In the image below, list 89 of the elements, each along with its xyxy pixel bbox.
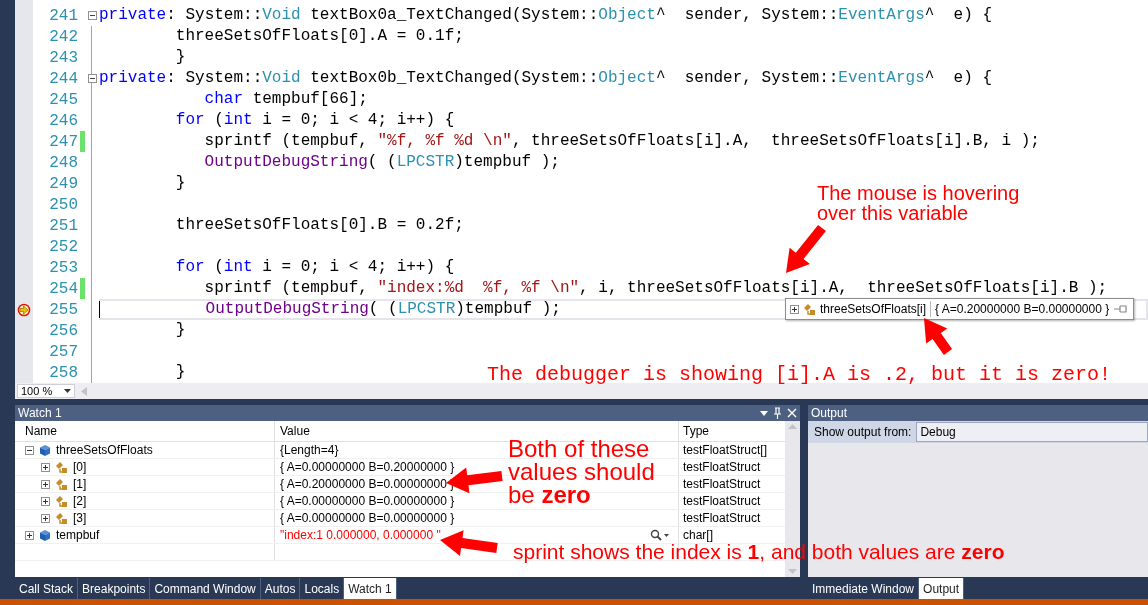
code-line: } <box>174 173 186 194</box>
code-line: private: System::Void textBox0a_TextChanged(System::Object^ sender, System::EventArgs^ e) { <box>99 5 992 26</box>
code-line: OutputDebugString( (LPCSTR)tempbuf ); <box>203 152 560 173</box>
expand-toggle[interactable] <box>25 530 34 540</box>
variable-name: [0] <box>73 460 87 474</box>
column-header[interactable]: Value <box>280 424 310 438</box>
expand-toggle[interactable] <box>41 479 50 489</box>
expand-toggle[interactable] <box>41 496 50 506</box>
variable-name: threeSetsOfFloats[i] <box>820 302 927 316</box>
code-line: for (int i = 0; i < 4; i++) { <box>174 257 455 278</box>
line-number: 257 <box>48 342 78 361</box>
code-line: } <box>174 320 186 341</box>
variable-value: { A=0.00000000 B=0.00000000 } <box>280 494 455 508</box>
cube-icon <box>39 443 51 457</box>
panel-tab[interactable]: Watch 1 <box>344 578 397 599</box>
caret-icon <box>64 389 71 393</box>
pin-icon[interactable] <box>1113 305 1128 313</box>
arrow <box>786 224 826 273</box>
variable-value: { A=0.20000000 B=0.00000000 } <box>935 302 1110 316</box>
line-number: 241 <box>48 6 78 25</box>
variable-type: testFloatStruct <box>683 477 761 491</box>
arrow <box>924 318 953 355</box>
line-number: 256 <box>48 321 78 340</box>
code-line: sprintf (tempbuf, "index:%d %f, %f \n", i, threeSetsOfFloats[i].A, threeSetsOfFloats[i].B ); <box>203 278 1108 299</box>
panel-title: Watch 1 <box>18 406 62 420</box>
struct-icon <box>55 477 68 491</box>
line-number: 242 <box>48 27 78 46</box>
variable-value: { A=0.00000000 B=0.20000000 } <box>280 460 455 474</box>
line-number: 252 <box>48 237 78 256</box>
line-number: 258 <box>48 363 78 382</box>
variable-type: testFloatStruct <box>683 460 761 474</box>
variable-type: testFloatStruct <box>683 511 761 525</box>
column-header[interactable]: Name <box>25 424 57 438</box>
collapse-toggle[interactable] <box>87 11 97 20</box>
variable-type: char[] <box>683 528 713 542</box>
code-line: } <box>174 362 186 383</box>
variable-name: tempbuf <box>56 528 100 542</box>
magnifier-icon[interactable] <box>650 529 670 541</box>
variable-name: threeSetsOfFloats <box>56 443 153 457</box>
annotation-text: The debugger is showing [i].A is .2, but it is zero! <box>487 363 1112 387</box>
code-line: private: System::Void textBox0b_TextChanged(System::Object^ sender, System::EventArgs^ e) { <box>99 68 992 89</box>
line-number: 253 <box>48 258 78 277</box>
line-number: 255 <box>48 300 78 319</box>
close-icon[interactable] <box>787 408 797 418</box>
code-line: } <box>174 47 186 68</box>
struct-icon <box>55 494 68 508</box>
variable-value: "index:1 0.000000, 0.000000 " <box>280 528 441 542</box>
line-number: 248 <box>48 153 78 172</box>
line-number: 244 <box>48 69 78 88</box>
arrow <box>440 530 498 556</box>
expand-toggle[interactable] <box>41 462 50 472</box>
panel-title: Output <box>811 406 848 420</box>
cube-icon <box>39 528 51 542</box>
line-number: 249 <box>48 174 78 193</box>
expand-toggle[interactable] <box>790 304 799 314</box>
annotation-text: The mouse is hovering over this variable <box>817 183 1020 223</box>
variable-value: { A=0.00000000 B=0.00000000 } <box>280 511 455 525</box>
panel-tab[interactable]: Output <box>919 578 965 599</box>
code-line: sprintf (tempbuf, "%f, %f %d \n", threeSetsOfFloats[i].A, threeSetsOfFloats[i].B, i ); <box>203 131 1040 152</box>
collapse-toggle[interactable] <box>87 74 97 83</box>
zoom-dropdown[interactable]: 100 % <box>17 384 75 398</box>
expand-toggle[interactable] <box>41 513 50 523</box>
expand-toggle[interactable] <box>25 445 34 455</box>
column-header[interactable]: Type <box>683 424 709 438</box>
variable-name: [1] <box>73 477 87 491</box>
code-line: char tempbuf[66]; <box>203 89 368 110</box>
line-number: 246 <box>48 111 78 130</box>
struct-icon <box>55 460 68 474</box>
line-number: 247 <box>48 132 78 151</box>
code-line: threeSetsOfFloats[0].A = 0.1f; <box>174 26 464 47</box>
line-number: 243 <box>48 48 78 67</box>
code-line: OutputDebugString( (LPCSTR)tempbuf ); <box>204 299 561 320</box>
line-number: 251 <box>48 216 78 235</box>
struct-icon <box>55 511 68 525</box>
variable-name: [2] <box>73 494 87 508</box>
field-label: Show output from: <box>814 425 912 439</box>
variable-type: testFloatStruct[] <box>683 443 768 457</box>
line-number: 245 <box>48 90 78 109</box>
annotation-text: Both of these values should be zero <box>508 437 655 506</box>
code-line: for (int i = 0; i < 4; i++) { <box>174 110 455 131</box>
line-number: 250 <box>48 195 78 214</box>
dropdown-icon[interactable] <box>760 410 768 416</box>
line-number: 254 <box>48 279 78 298</box>
code-line: threeSetsOfFloats[0].B = 0.2f; <box>174 215 464 236</box>
variable-name: [3] <box>73 511 87 525</box>
struct-icon <box>803 302 816 316</box>
variable-type: testFloatStruct <box>683 494 761 508</box>
variable-value: {Length=4} <box>280 443 339 457</box>
source-dropdown[interactable]: Debug <box>916 422 1148 442</box>
